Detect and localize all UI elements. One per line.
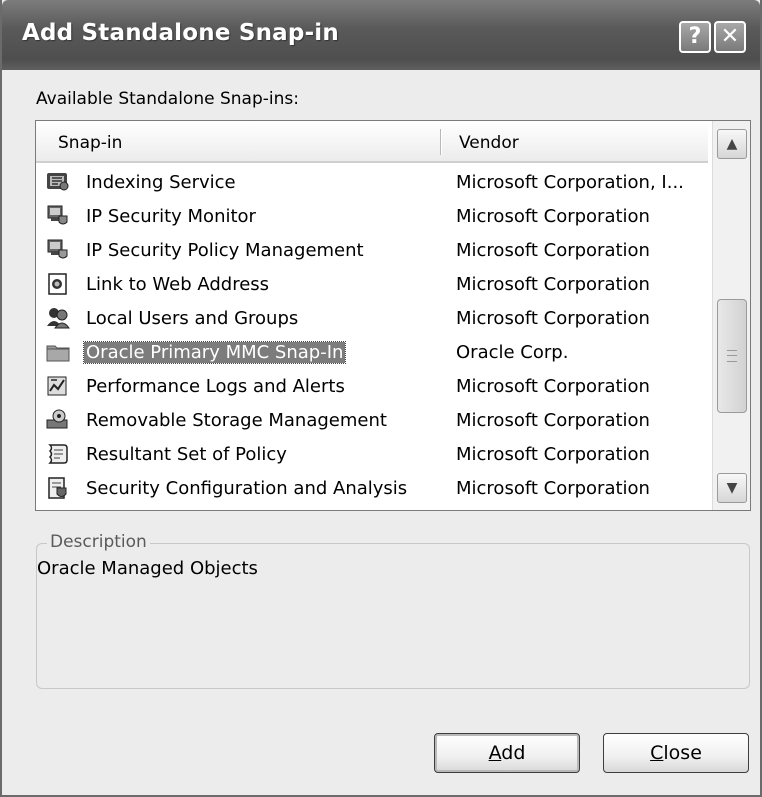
folder-icon <box>45 340 71 364</box>
list-rows: Indexing Service Microsoft Corporation, … <box>36 166 708 506</box>
resultant-policy-icon <box>45 442 71 466</box>
list-item[interactable]: Performance Logs and Alerts Microsoft Co… <box>36 370 708 404</box>
close-button-label: Close <box>650 742 702 764</box>
snapin-name: Link to Web Address <box>86 274 270 295</box>
indexing-service-icon <box>45 170 71 194</box>
scroll-down-arrow-icon[interactable]: ▼ <box>717 473 747 503</box>
snapin-name: Indexing Service <box>86 172 236 193</box>
ip-security-policy-icon <box>45 238 71 262</box>
dialog-title: Add Standalone Snap-in <box>22 20 339 46</box>
snapin-name: Resultant Set of Policy <box>86 444 287 465</box>
security-config-icon <box>45 476 71 500</box>
snapin-vendor: Microsoft Corporation <box>456 376 650 397</box>
snapin-vendor: Microsoft Corporation, I... <box>456 172 684 193</box>
scroll-thumb[interactable] <box>717 299 747 413</box>
removable-storage-icon <box>45 408 71 432</box>
ip-security-monitor-icon <box>45 204 71 228</box>
snapin-name: IP Security Monitor <box>86 206 256 227</box>
available-snapins-label: Available Standalone Snap-ins: <box>36 89 299 109</box>
list-item[interactable]: IP Security Policy Management Microsoft … <box>36 234 708 268</box>
column-divider[interactable] <box>440 129 442 155</box>
column-header-vendor[interactable]: Vendor <box>459 133 519 153</box>
close-button[interactable]: Close <box>603 733 749 773</box>
description-legend: Description <box>47 532 150 552</box>
grip-icon <box>727 350 737 362</box>
snapin-vendor: Microsoft Corporation <box>456 240 650 261</box>
vertical-scrollbar[interactable]: ▲ ▼ <box>712 121 750 510</box>
list-header: Snap-in Vendor <box>36 121 708 163</box>
snapin-vendor: Microsoft Corporation <box>456 206 650 227</box>
snapin-name: Removable Storage Management <box>86 410 387 431</box>
add-button-label: Add <box>488 742 526 764</box>
add-button[interactable]: Add <box>434 733 580 773</box>
snapin-vendor: Microsoft Corporation <box>456 478 650 499</box>
list-item[interactable]: Link to Web Address Microsoft Corporatio… <box>36 268 708 302</box>
snapin-vendor: Microsoft Corporation <box>456 410 650 431</box>
performance-logs-icon <box>45 374 71 398</box>
list-item[interactable]: Removable Storage Management Microsoft C… <box>36 404 708 438</box>
list-item[interactable]: Resultant Set of Policy Microsoft Corpor… <box>36 438 708 472</box>
snapin-name: Performance Logs and Alerts <box>86 376 345 397</box>
snapin-name: Security Configuration and Analysis <box>86 478 408 499</box>
link-web-address-icon <box>45 272 71 296</box>
local-users-groups-icon <box>45 306 71 330</box>
description-text: Oracle Managed Objects <box>37 558 258 579</box>
scroll-up-arrow-icon[interactable]: ▲ <box>717 129 747 159</box>
snapin-name: IP Security Policy Management <box>86 240 364 261</box>
list-item[interactable]: Indexing Service Microsoft Corporation, … <box>36 166 708 200</box>
snapin-vendor: Microsoft Corporation <box>456 444 650 465</box>
snapin-vendor: Microsoft Corporation <box>456 274 650 295</box>
list-item[interactable]: IP Security Monitor Microsoft Corporatio… <box>36 200 708 234</box>
list-item-selected[interactable]: Oracle Primary MMC Snap-In Oracle Corp. <box>36 336 708 370</box>
snapin-name: Local Users and Groups <box>86 308 299 329</box>
snapin-list[interactable]: Snap-in Vendor Indexing Service Microsof… <box>35 120 751 511</box>
add-standalone-snapin-dialog: Add Standalone Snap-in ? ✕ Available Sta… <box>0 0 762 797</box>
title-close-button[interactable]: ✕ <box>714 21 746 53</box>
list-item[interactable]: Security Configuration and Analysis Micr… <box>36 472 708 506</box>
title-bar[interactable]: Add Standalone Snap-in ? ✕ <box>2 0 760 70</box>
help-button[interactable]: ? <box>679 21 711 53</box>
list-item[interactable]: Local Users and Groups Microsoft Corpora… <box>36 302 708 336</box>
snapin-name: Oracle Primary MMC Snap-In <box>82 341 347 364</box>
description-group: Description Oracle Managed Objects <box>36 532 750 689</box>
column-header-snapin[interactable]: Snap-in <box>58 133 122 153</box>
snapin-vendor: Microsoft Corporation <box>456 308 650 329</box>
snapin-vendor: Oracle Corp. <box>456 342 569 363</box>
